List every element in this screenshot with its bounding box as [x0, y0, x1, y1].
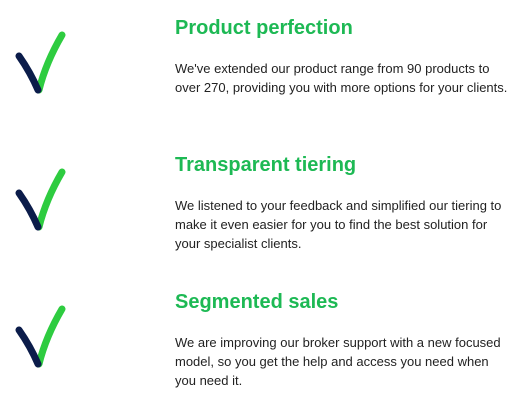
feature-description: We listened to your feedback and simplif…: [175, 198, 502, 251]
feature-title: Product perfection: [175, 17, 353, 39]
checkmark-icon: [15, 168, 66, 231]
checkmark-icon: [15, 305, 66, 368]
checkmark-icon: [15, 31, 66, 94]
feature-description: We are improving our broker support with…: [175, 335, 501, 388]
feature-description: We've extended our product range from 90…: [175, 61, 508, 95]
feature-title: Transparent tiering: [175, 154, 357, 176]
feature-title: Segmented sales: [175, 291, 339, 313]
